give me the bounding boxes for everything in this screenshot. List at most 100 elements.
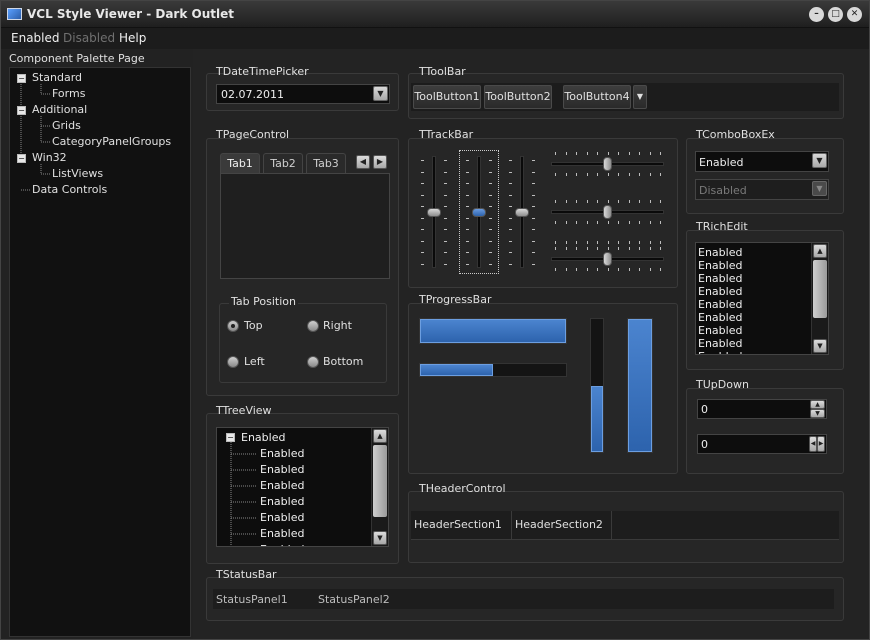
trackbar-tick xyxy=(565,268,567,271)
updown-vertical-edit[interactable]: 0 ▲ ▼ xyxy=(697,399,827,419)
tree-item-win32[interactable]: Win32 xyxy=(32,151,67,164)
trackbar-tick xyxy=(444,263,447,265)
tab-2[interactable]: Tab2 xyxy=(263,153,303,173)
richedit[interactable]: Enabled Enabled Enabled Enabled Enabled Enabl… xyxy=(695,242,829,355)
treeview-item[interactable]: Enabled xyxy=(260,511,304,524)
treeview-item[interactable]: Enabled xyxy=(260,447,304,460)
group-label-richedit: TRichEdit xyxy=(696,220,748,233)
chevron-down-icon: ▼ xyxy=(812,181,827,196)
tree-item-additional[interactable]: Additional xyxy=(32,103,87,116)
chevron-down-icon[interactable]: ▼ xyxy=(373,86,388,101)
trackbar-tick xyxy=(565,152,567,155)
trackbar-tick xyxy=(421,183,424,184)
treeview-root[interactable]: Enabled xyxy=(241,431,285,444)
trackbar-tick xyxy=(649,247,651,250)
trackbar-thumb[interactable] xyxy=(427,208,441,217)
expander-win32[interactable]: − xyxy=(17,154,26,163)
updown-value-2: 0 xyxy=(701,438,708,451)
trackbar-thumb[interactable] xyxy=(602,252,612,266)
tree-item-grids[interactable]: Grids xyxy=(52,119,81,132)
tree-item-listviews[interactable]: ListViews xyxy=(52,167,103,180)
trackbar-tick xyxy=(532,194,535,196)
group-label-statusbar: TStatusBar xyxy=(216,568,277,581)
trackbar-tick xyxy=(586,241,588,244)
radio-top[interactable] xyxy=(227,320,239,332)
trackbar-tick xyxy=(618,221,619,224)
trackbar-thumb[interactable] xyxy=(515,208,529,217)
trackbar-tick xyxy=(444,229,447,230)
chevron-down-icon[interactable]: ▼ xyxy=(633,85,647,109)
treeview-item[interactable]: Enabled xyxy=(260,495,304,508)
progress-fill xyxy=(591,385,603,452)
title-bar[interactable]: VCL Style Viewer - Dark Outlet – □ ✕ xyxy=(1,1,869,28)
toolbutton2[interactable]: ToolButton2 xyxy=(484,85,552,109)
expander-standard[interactable]: − xyxy=(17,74,26,83)
radio-bottom[interactable] xyxy=(307,356,319,368)
trackbar-tick xyxy=(421,217,424,219)
tree-item-standard[interactable]: Standard xyxy=(32,71,82,84)
progressbar-h2 xyxy=(419,363,567,377)
chevron-down-icon[interactable]: ▼ xyxy=(812,153,827,168)
tab-1[interactable]: Tab1 xyxy=(220,153,260,173)
status-bar: StatusPanel1 StatusPanel2 xyxy=(213,589,834,609)
chevron-down-icon[interactable]: ▼ xyxy=(373,531,387,545)
trackbar-tick xyxy=(628,268,630,271)
header-section-1[interactable]: HeaderSection1 xyxy=(411,511,512,539)
tree-item-forms[interactable]: Forms xyxy=(52,87,85,100)
chevron-down-icon[interactable]: ▼ xyxy=(810,409,825,418)
minimize-button[interactable]: – xyxy=(809,7,824,22)
trackbar-tick xyxy=(444,183,447,184)
trackbar-tick xyxy=(649,221,651,224)
trackbar-tick xyxy=(509,206,512,207)
treeview-item[interactable]: Enabled xyxy=(260,527,304,540)
updown-horizontal-edit[interactable]: 0 ◀ ▶ xyxy=(697,434,827,454)
tab-3[interactable]: Tab3 xyxy=(306,153,346,173)
combobox-enabled[interactable]: Enabled ▼ xyxy=(695,151,829,172)
trackbar-tick xyxy=(628,200,630,203)
treeview-item[interactable]: Enabled xyxy=(260,479,304,492)
chevron-down-icon[interactable]: ▼ xyxy=(813,339,827,353)
expander-treeview-root[interactable]: − xyxy=(226,433,235,442)
treeview[interactable]: − Enabled Enabled Enabled Enabled Enabled En… xyxy=(216,427,389,547)
scroll-thumb[interactable] xyxy=(813,260,827,318)
tree-item-data-controls[interactable]: Data Controls xyxy=(32,183,107,196)
treeview-scrollbar[interactable]: ▲ ▼ xyxy=(371,428,388,546)
menu-help[interactable]: Help xyxy=(119,31,146,45)
chevron-right-icon[interactable]: ▶ xyxy=(373,155,387,169)
component-palette-tree[interactable]: − Standard Forms − Additional Grids Cate… xyxy=(9,67,191,637)
sidebar-title: Component Palette Page xyxy=(9,52,145,65)
chevron-left-icon[interactable]: ◀ xyxy=(809,436,817,452)
expander-additional[interactable]: − xyxy=(17,106,26,115)
radio-right[interactable] xyxy=(307,320,319,332)
treeview-item[interactable]: Enabled xyxy=(260,543,304,546)
chevron-left-icon[interactable]: ◀ xyxy=(356,155,370,169)
richedit-scrollbar[interactable]: ▲ ▼ xyxy=(811,243,828,354)
chevron-up-icon[interactable]: ▲ xyxy=(373,429,387,443)
trackbar-tick xyxy=(639,241,640,244)
trackbar-thumb[interactable] xyxy=(602,205,612,219)
close-button[interactable]: ✕ xyxy=(847,7,862,22)
group-label-datetimepicker: TDateTimePicker xyxy=(216,65,309,78)
trackbar-tick xyxy=(421,240,424,242)
chevron-up-icon[interactable]: ▲ xyxy=(813,244,827,258)
toolbutton1[interactable]: ToolButton1 xyxy=(413,85,481,109)
trackbar-tick xyxy=(586,173,588,176)
group-label-toolbar: TToolBar xyxy=(419,65,466,78)
chevron-right-icon[interactable]: ▶ xyxy=(817,436,825,452)
toolbutton4[interactable]: ToolButton4 xyxy=(563,85,631,109)
trackbar-thumb[interactable] xyxy=(602,157,612,171)
chevron-up-icon[interactable]: ▲ xyxy=(810,400,825,409)
scroll-thumb[interactable] xyxy=(373,445,387,517)
tree-item-categorypanelgroups[interactable]: CategoryPanelGroups xyxy=(52,135,171,148)
radio-label-bottom: Bottom xyxy=(323,355,364,368)
group-label-tab-position: Tab Position xyxy=(229,295,298,308)
datetime-picker[interactable]: 02.07.2011 ▼ xyxy=(216,84,390,104)
trackbar-tick xyxy=(532,240,535,242)
treeview-item[interactable]: Enabled xyxy=(260,463,304,476)
header-section-2[interactable]: HeaderSection2 xyxy=(512,511,612,539)
radio-left[interactable] xyxy=(227,356,239,368)
menu-enabled[interactable]: Enabled xyxy=(11,31,60,45)
progress-fill xyxy=(628,319,652,452)
trackbar-tick xyxy=(597,173,598,176)
maximize-button[interactable]: □ xyxy=(828,7,843,22)
